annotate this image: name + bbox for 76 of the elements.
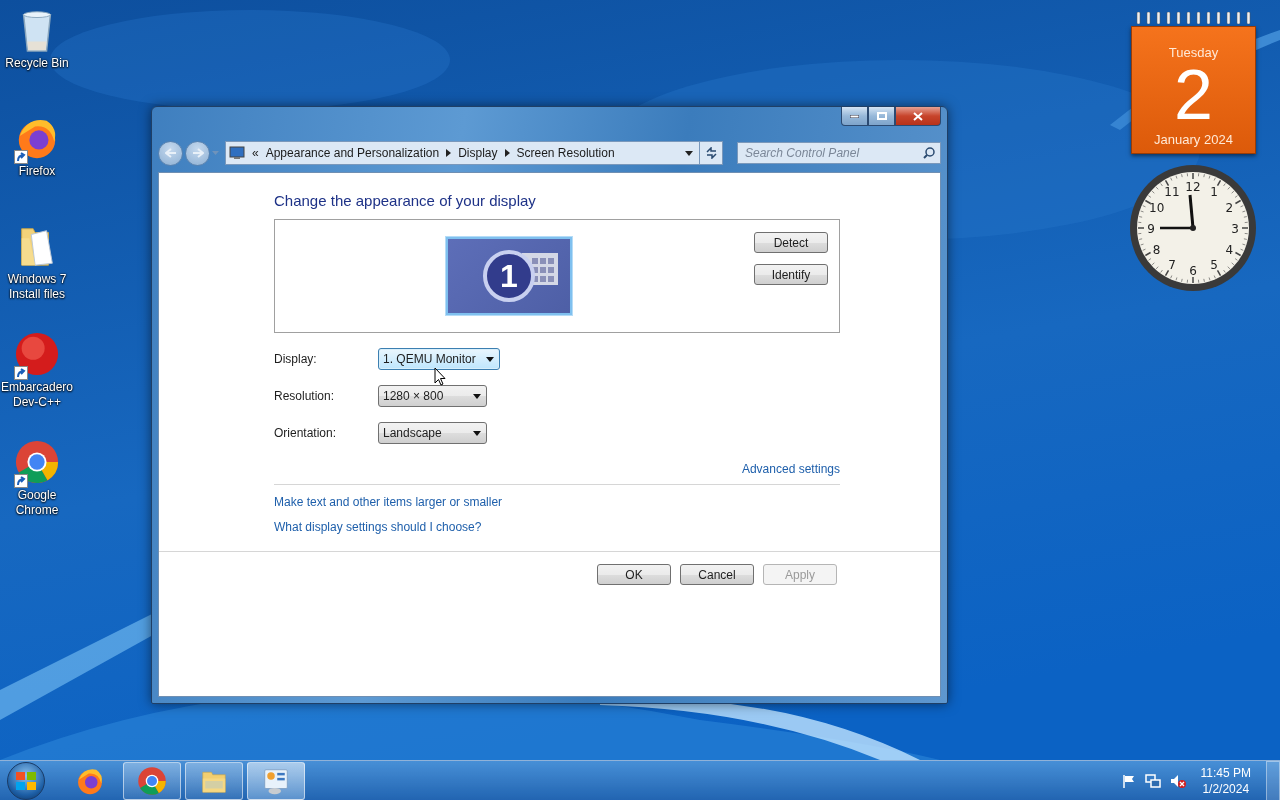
advanced-settings-link[interactable]: Advanced settings [741, 462, 840, 476]
dialog-button[interactable]: OK [597, 564, 671, 585]
flag-icon[interactable] [1121, 774, 1136, 788]
forward-arrow-icon [191, 148, 204, 158]
desktop-icon-label[interactable]: Google Chrome [0, 488, 74, 518]
minimize-button[interactable] [841, 107, 868, 126]
taskbar-button[interactable] [185, 762, 243, 800]
clock-time[interactable]: 11:45 PM [1200, 765, 1251, 781]
dropdown[interactable]: Landscape [378, 422, 487, 444]
desktop-icon-label[interactable]: Embarcadero Dev-C++ [0, 380, 74, 410]
page-heading: Change the appearance of your display [274, 192, 537, 209]
control-panel-icon [261, 766, 291, 796]
clock-numeral: 11 [1164, 185, 1180, 200]
dropdown[interactable]: 1. QEMU Monitor [378, 348, 500, 370]
flame-globe-icon [75, 766, 105, 796]
desktop-icon-label[interactable]: Windows 7 Install files [0, 272, 74, 302]
dropdown-arrow-icon [473, 430, 481, 436]
side-button[interactable]: Identify [754, 264, 828, 285]
clock-numeral: 9 [1147, 221, 1155, 236]
clock-numeral: 3 [1231, 221, 1239, 236]
tricolor-circle-icon [14, 439, 60, 485]
clock-numeral: 10 [1149, 200, 1165, 215]
field-label: Resolution: [274, 389, 336, 403]
dropdown-arrow-icon [473, 393, 481, 399]
minimize-icon [850, 114, 859, 118]
breadcrumb-overflow[interactable]: « [252, 146, 259, 160]
calendar-month: January 2024 [1154, 132, 1233, 147]
calendar-day: 2 [1174, 60, 1213, 130]
maximize-icon [876, 112, 887, 120]
calendar-weekday: Tuesday [1168, 45, 1219, 60]
clock-numeral: 2 [1225, 200, 1234, 215]
desktop-icon-label[interactable]: Firefox [0, 164, 74, 179]
clock-numeral: 7 [1168, 257, 1176, 272]
maximize-button[interactable] [868, 107, 895, 126]
chevron-right-icon[interactable] [446, 149, 452, 157]
dialog-button[interactable]: Cancel [680, 564, 754, 585]
close-button[interactable] [895, 107, 941, 126]
search-field[interactable]: Search Control Panel [737, 142, 941, 164]
monitor-icon [229, 146, 245, 160]
desktop-icon-label[interactable]: Recycle Bin [0, 56, 74, 71]
monitor-number-badge: 1 [482, 249, 536, 303]
breadcrumb-item[interactable]: Display [458, 146, 498, 160]
tricolor-circle-icon [137, 766, 167, 796]
search-icon [923, 147, 935, 159]
field-label: Orientation: [274, 426, 338, 440]
address-bar[interactable]: « Appearance and Personalization Display Screen Resolution [225, 141, 723, 165]
chevron-right-icon[interactable] [504, 149, 510, 157]
breadcrumb-item[interactable]: Appearance and Personalization [265, 146, 440, 160]
round-logo-icon [14, 331, 60, 377]
clock-numeral: 4 [1225, 242, 1234, 257]
network-icon[interactable] [1144, 774, 1161, 788]
help-link[interactable]: Make text and other items larger or smaller [274, 495, 503, 509]
clock-date[interactable]: 1/2/2024 [1202, 781, 1250, 797]
clock-numeral: 12 [1185, 179, 1201, 194]
forward-button[interactable] [185, 140, 210, 166]
clock-numeral: 1 [1210, 185, 1218, 200]
dropdown-arrow-icon[interactable] [685, 150, 693, 156]
monitor-tile[interactable]: 1 [446, 237, 572, 315]
taskbar-button[interactable] [123, 762, 181, 800]
side-button[interactable]: Detect [754, 232, 828, 253]
dropdown[interactable]: 1280 × 800 [378, 385, 487, 407]
windows-flag-icon [16, 772, 36, 790]
back-arrow-icon [164, 148, 177, 158]
field-label: Display: [274, 352, 318, 366]
close-icon [913, 111, 923, 121]
taskbar-button[interactable] [247, 762, 305, 800]
breadcrumb-item[interactable]: Screen Resolution [516, 146, 615, 160]
volume-muted-icon[interactable] [1169, 774, 1186, 788]
help-link[interactable]: What display settings should I choose? [274, 520, 482, 534]
mouse-cursor-icon [434, 367, 446, 386]
refresh-icon [704, 147, 718, 159]
clock-numeral: 6 [1189, 263, 1197, 278]
clock-numeral: 8 [1152, 242, 1161, 257]
clock-numeral: 5 [1210, 257, 1218, 272]
dropdown-arrow-icon [485, 356, 494, 362]
back-button[interactable] [158, 140, 183, 166]
